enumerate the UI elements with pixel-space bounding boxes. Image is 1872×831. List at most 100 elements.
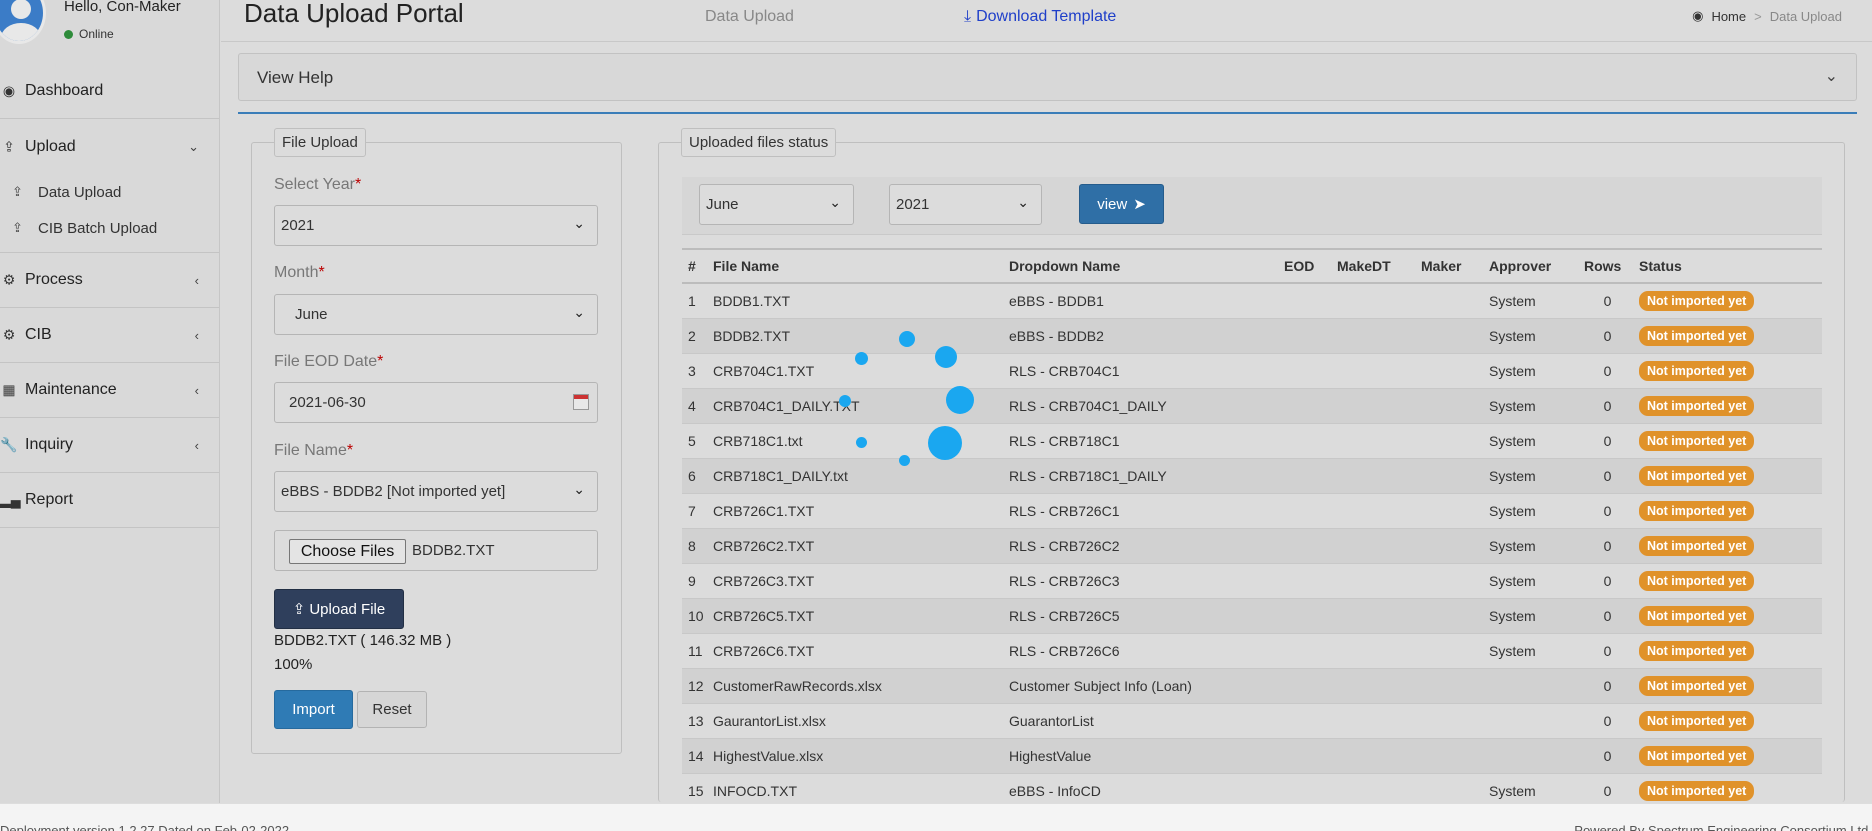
month-select[interactable]: June ⌄ (274, 294, 598, 335)
sidebar-item-label: Dashboard (25, 82, 104, 99)
cell-eod (1280, 598, 1333, 634)
cell-dropdown-name: RLS - CRB726C2 (1005, 528, 1280, 564)
chevron-left-icon: ‹ (194, 327, 199, 343)
cell-approver: System (1485, 353, 1580, 389)
page-header: Data Upload Portal Data Upload ⤓ Downloa… (221, 0, 1872, 42)
chevron-left-icon: ‹ (194, 437, 199, 453)
chevron-down-icon: ⌄ (188, 138, 199, 154)
spinner-dot (839, 395, 851, 407)
cell-eod (1280, 318, 1333, 354)
view-button[interactable]: view ➤ (1079, 184, 1164, 224)
download-template-link[interactable]: ⤓ Download Template (964, 8, 1116, 26)
chevron-down-icon: ⌄ (829, 194, 841, 210)
file-eod-date-input[interactable]: 2021-06-30 (274, 382, 598, 423)
year-select[interactable]: 2021 ⌄ (274, 205, 598, 246)
sidebar-item-label: Upload (25, 137, 76, 155)
cell-dropdown-name: RLS - CRB726C5 (1005, 598, 1280, 634)
upload-file-button[interactable]: ⇪ Upload File (274, 589, 404, 629)
col-header-rows: Rows (1580, 248, 1635, 284)
chevron-left-icon: ‹ (194, 272, 199, 288)
sidebar-item-cib[interactable]: ⚙ CIB ‹ (0, 308, 219, 363)
file-name-select-value: eBBS - BDDB2 [Not imported yet] (281, 483, 506, 500)
status-badge: Not imported yet (1639, 780, 1755, 801)
file-input: Choose Files BDDB2.TXT (274, 530, 598, 571)
cell-rows: 0 (1580, 598, 1635, 634)
file-name-select[interactable]: eBBS - BDDB2 [Not imported yet] ⌄ (274, 471, 598, 512)
upload-progress-text: 100% (274, 656, 313, 673)
sidebar-subitem-cib-batch-upload[interactable]: ⇪ CIB Batch Upload (0, 210, 219, 246)
table-row: 7 CRB726C1.TXT RLS - CRB726C1 System 0 Not im… (682, 493, 1822, 529)
status-year-select[interactable]: 2021 ⌄ (889, 184, 1042, 225)
sidebar-item-maintenance[interactable]: ▦ Maintenance ‹ (0, 363, 219, 418)
footer-powered-by: Powered By Spectrum Engineering Consorti… (1574, 823, 1872, 831)
status-badge: Not imported yet (1639, 605, 1755, 626)
col-header-status: Status (1635, 248, 1822, 284)
cell-eod (1280, 458, 1333, 494)
status-year-value: 2021 (896, 196, 930, 213)
grid-icon: ▦ (2, 381, 16, 398)
chevron-down-icon: ⌄ (573, 481, 585, 497)
chevron-left-icon: ‹ (194, 382, 199, 398)
cell-num: 10 (682, 598, 709, 634)
chevron-down-icon[interactable]: ⌄ (1825, 66, 1838, 86)
table-row: 5 CRB718C1.txt RLS - CRB718C1 System 0 Not im… (682, 423, 1822, 459)
month-label: Month* (274, 264, 325, 281)
spinner-dot (946, 386, 974, 414)
cell-num: 7 (682, 493, 709, 529)
cell-status: Not imported yet (1635, 633, 1822, 669)
cell-num: 1 (682, 283, 709, 319)
sidebar-item-dashboard[interactable]: ◉ Dashboard (0, 64, 219, 119)
cell-maker (1417, 703, 1485, 739)
upload-icon: ⇪ (3, 138, 15, 154)
table-row: 8 CRB726C2.TXT RLS - CRB726C2 System 0 Not im… (682, 528, 1822, 564)
cell-dropdown-name: GuarantorList (1005, 703, 1280, 739)
cell-maker (1417, 598, 1485, 634)
gears-icon: ⚙ (2, 326, 16, 343)
cell-dropdown-name: eBBS - BDDB1 (1005, 283, 1280, 319)
reset-button[interactable]: Reset (357, 691, 427, 728)
cell-makedt (1333, 633, 1417, 669)
cell-status: Not imported yet (1635, 738, 1822, 774)
choose-files-button[interactable]: Choose Files (289, 539, 406, 564)
sidebar-subitem-data-upload[interactable]: ⇪ Data Upload (0, 174, 219, 210)
cell-rows: 0 (1580, 703, 1635, 739)
footer: Deployment version 1.2.27 Dated on Feb-0… (0, 803, 1872, 831)
cell-approver: System (1485, 633, 1580, 669)
chevron-down-icon: ⌄ (573, 304, 585, 320)
sidebar-nav: ◉ Dashboard ⇪ Upload ⌄ ⇪ Data Upload ⇪ C… (0, 64, 219, 528)
cell-eod (1280, 283, 1333, 319)
table-row: 6 CRB718C1_DAILY.txt RLS - CRB718C1_DAILY S… (682, 458, 1822, 494)
page-subtitle: Data Upload (705, 8, 794, 25)
spinner-dot (928, 426, 962, 460)
sidebar-item-inquiry[interactable]: 🔧 Inquiry ‹ (0, 418, 219, 473)
sidebar-item-label: Process (25, 271, 83, 288)
import-button[interactable]: Import (274, 690, 353, 729)
sidebar-item-process[interactable]: ⚙ Process ‹ (0, 253, 219, 308)
cell-rows: 0 (1580, 738, 1635, 774)
cell-file-name: CustomerRawRecords.xlsx (709, 668, 1005, 704)
download-template-label: Download Template (976, 8, 1117, 25)
cell-num: 8 (682, 528, 709, 564)
sidebar-item-label: Maintenance (25, 381, 117, 398)
calendar-icon[interactable] (573, 394, 589, 410)
sidebar-item-report[interactable]: ▂▄ Report (0, 473, 219, 528)
file-eod-date-label: File EOD Date* (274, 353, 384, 370)
cell-eod (1280, 703, 1333, 739)
spinner-dot (899, 455, 910, 466)
cell-rows: 0 (1580, 388, 1635, 424)
breadcrumb-current: Data Upload (1769, 8, 1842, 24)
breadcrumb-home[interactable]: Home (1711, 9, 1746, 24)
status-badge: Not imported yet (1639, 745, 1755, 766)
cell-eod (1280, 423, 1333, 459)
view-help-panel[interactable]: View Help ⌄ (238, 53, 1857, 101)
cell-rows: 0 (1580, 318, 1635, 354)
table-row: 10 CRB726C5.TXT RLS - CRB726C5 System 0 Not i… (682, 598, 1822, 634)
sidebar-item-upload[interactable]: ⇪ Upload ⌄ (0, 119, 219, 174)
status-month-select[interactable]: June ⌄ (699, 184, 854, 225)
spinner-dot (899, 331, 915, 347)
view-label: view (1097, 195, 1128, 213)
col-header-makedt: MakeDT (1333, 248, 1417, 284)
cell-num: 13 (682, 703, 709, 739)
cell-status: Not imported yet (1635, 493, 1822, 529)
cell-eod (1280, 738, 1333, 774)
